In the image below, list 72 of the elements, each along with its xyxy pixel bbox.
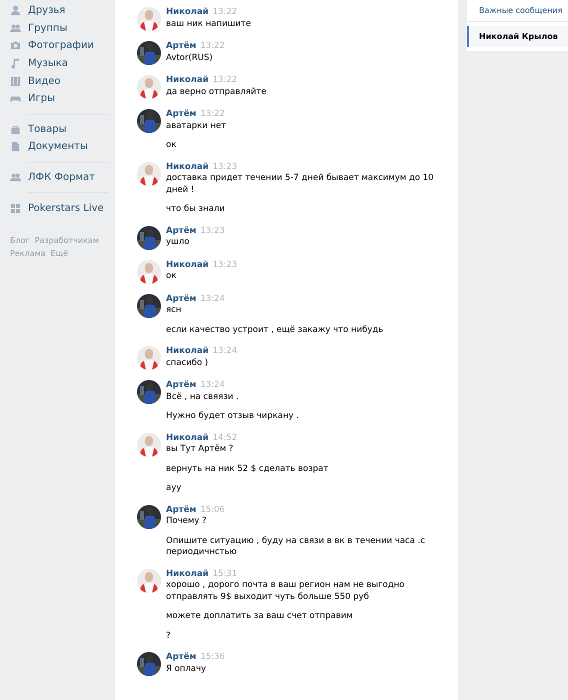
author-name[interactable]: Артём: [166, 380, 196, 390]
author-name[interactable]: Николай: [166, 432, 209, 442]
note-icon: [10, 58, 21, 70]
sidebar-item[interactable]: Pokerstars Live: [10, 199, 110, 217]
message-text: ваш ник напишите: [166, 18, 252, 30]
author-name[interactable]: Николай: [166, 7, 209, 17]
message-time: 13:22: [212, 7, 238, 17]
author-name[interactable]: Артём: [166, 109, 196, 119]
message-text: ?: [166, 630, 172, 642]
message-time: 13:23: [200, 226, 225, 236]
sidebar-item[interactable]: Фотографии: [10, 37, 110, 55]
message-text: ок: [166, 271, 178, 282]
message-time: 15:36: [200, 652, 225, 662]
message-time: 14:52: [212, 432, 238, 442]
message-text: если качество устроит , ещё закажу что нибудь: [166, 324, 384, 336]
message-text: ауу: [166, 483, 182, 494]
message-text: да верно отправляйте: [166, 86, 268, 98]
message-text: аватарки нет: [166, 120, 228, 132]
author-name[interactable]: Николай: [166, 260, 209, 270]
author-name[interactable]: Николай: [166, 162, 209, 172]
message-time: 15:31: [212, 568, 238, 578]
sidebar-item[interactable]: Игры: [10, 90, 110, 108]
message-text: вернуть на ник 52 $ сделать возрат: [166, 464, 330, 475]
message-text: Всё , на свяязи .: [166, 392, 240, 403]
message-time: 13:24: [212, 346, 238, 356]
message-text: ушло: [166, 237, 190, 248]
message-text: можете доплатить за ваш счет отправим: [166, 611, 354, 622]
author-name[interactable]: Артём: [166, 226, 196, 236]
author-name[interactable]: Артём: [166, 504, 196, 514]
conversation-filter[interactable]: Николай Крылов: [467, 26, 568, 47]
film-icon: [10, 76, 21, 87]
message-text: доставка придет течении 5-7 дней бывает максимум до 10 дней !: [166, 173, 435, 196]
bag-icon: [10, 124, 21, 135]
message-text: ок: [166, 140, 178, 152]
message-text: ясн: [166, 305, 182, 316]
sidebar-item[interactable]: Друзья: [10, 2, 110, 20]
author-name[interactable]: Артём: [166, 294, 196, 304]
message-time: 13:22: [212, 75, 238, 85]
sidebar-item[interactable]: Видео: [10, 72, 110, 90]
message-text: Опишите ситуацию , буду на связи в вк в течении часа .с периодичнстью: [166, 536, 426, 558]
author-name[interactable]: Артём: [166, 652, 196, 662]
message-time: 13:23: [212, 162, 238, 172]
sidebar-item[interactable]: ЛФК Формат: [10, 168, 110, 186]
people-icon: [10, 172, 21, 184]
sidebar-item[interactable]: Документы: [10, 138, 110, 156]
message-text: хорошо , дорого почта в ваш регион нам не выгодно отправлять 9$ выходит чуть больше 550 руб: [166, 580, 406, 603]
message-time: 13:22: [200, 109, 225, 119]
author-name[interactable]: Николай: [166, 75, 209, 85]
message-text: вы Тут Артём ?: [166, 444, 234, 456]
sidebar-item[interactable]: Музыка: [10, 54, 110, 72]
message-text: Нужно будет отзыв чиркану .: [166, 411, 300, 422]
message-time: 13:24: [200, 294, 225, 304]
author-name[interactable]: Николай: [166, 568, 209, 578]
message-text: Почему ?: [166, 516, 208, 528]
message-time: 13:23: [212, 260, 238, 270]
doc-icon: [10, 141, 21, 152]
author-name[interactable]: Николай: [166, 346, 209, 356]
people-icon: [10, 22, 21, 34]
sidebar-item[interactable]: Группы: [10, 20, 110, 38]
message-text: что бы знали: [166, 204, 226, 216]
person-icon: [10, 5, 21, 16]
author-name[interactable]: Артём: [166, 41, 196, 51]
message-time: 13:22: [200, 41, 225, 51]
message-text: Я оплачу: [166, 664, 208, 675]
grid-icon: [10, 202, 21, 214]
conversation-filter[interactable]: Важные сообщения: [467, 0, 568, 22]
message-time: 13:24: [200, 380, 225, 390]
message-text: спасибо ): [166, 358, 210, 369]
camera-icon: [10, 40, 21, 52]
sidebar-item[interactable]: Товары: [10, 120, 110, 138]
message-text: Avtor(RUS): [166, 52, 214, 64]
message-time: 15:06: [200, 504, 225, 514]
